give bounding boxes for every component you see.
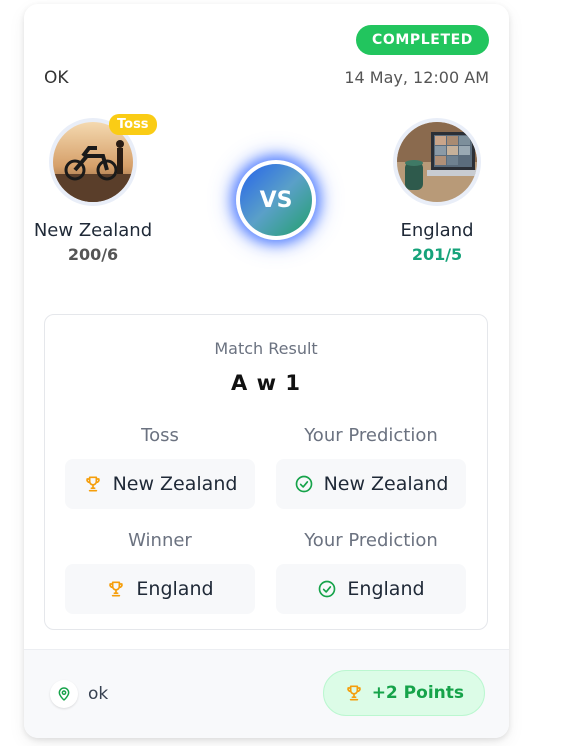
toss-result-value: New Zealand	[112, 473, 238, 495]
winner-result-value: England	[136, 578, 214, 600]
toss-prediction-label: Your Prediction	[304, 425, 438, 446]
match-result-value: A w 1	[231, 371, 301, 395]
status-badge: COMPLETED	[356, 25, 489, 55]
team-left-name: New Zealand	[33, 220, 153, 241]
location-pin-icon	[50, 680, 78, 708]
trophy-icon	[109, 581, 124, 597]
team-right-avatar	[393, 118, 481, 206]
match-datetime: 14 May, 12:00 AM	[344, 68, 489, 87]
team-right: England 201/5	[362, 118, 509, 264]
team-left: Toss New Zealand 200/6	[24, 114, 168, 264]
toss-label: Toss	[141, 425, 179, 446]
match-result-label: Match Result	[214, 339, 318, 358]
winner-prediction-label: Your Prediction	[304, 530, 438, 551]
venue-label: OK	[44, 68, 69, 88]
winner-label: Winner	[128, 530, 192, 551]
toss-prediction-pill: New Zealand	[276, 459, 466, 509]
vs-label: VS	[240, 164, 312, 236]
team-right-score: 201/5	[411, 245, 463, 264]
winner-prediction-value: England	[347, 578, 425, 600]
team-right-name: England	[400, 220, 474, 241]
points-value: +2 Points	[371, 683, 464, 703]
team-left-score: 200/6	[67, 245, 119, 264]
match-result-panel: Match Result A w 1 Toss Your Prediction …	[44, 314, 488, 630]
match-card: COMPLETED OK 14 May, 12:00 AM Toss New Z…	[24, 4, 509, 738]
footer-venue: ok	[88, 684, 109, 704]
toss-prediction-value: New Zealand	[323, 473, 449, 495]
winner-prediction-pill: England	[276, 564, 466, 614]
laptop-photo	[397, 122, 477, 202]
toss-result-pill: New Zealand	[65, 459, 255, 509]
check-circle-icon	[319, 580, 336, 598]
check-circle-icon	[295, 475, 312, 493]
trophy-icon	[346, 685, 361, 701]
toss-badge: Toss	[109, 114, 157, 135]
points-badge: +2 Points	[322, 670, 485, 716]
card-footer: ok +2 Points	[24, 649, 509, 738]
vs-emblem: VS	[236, 160, 316, 240]
winner-result-pill: England	[65, 564, 255, 614]
trophy-icon	[85, 476, 100, 492]
team-left-avatar: Toss	[49, 114, 157, 206]
